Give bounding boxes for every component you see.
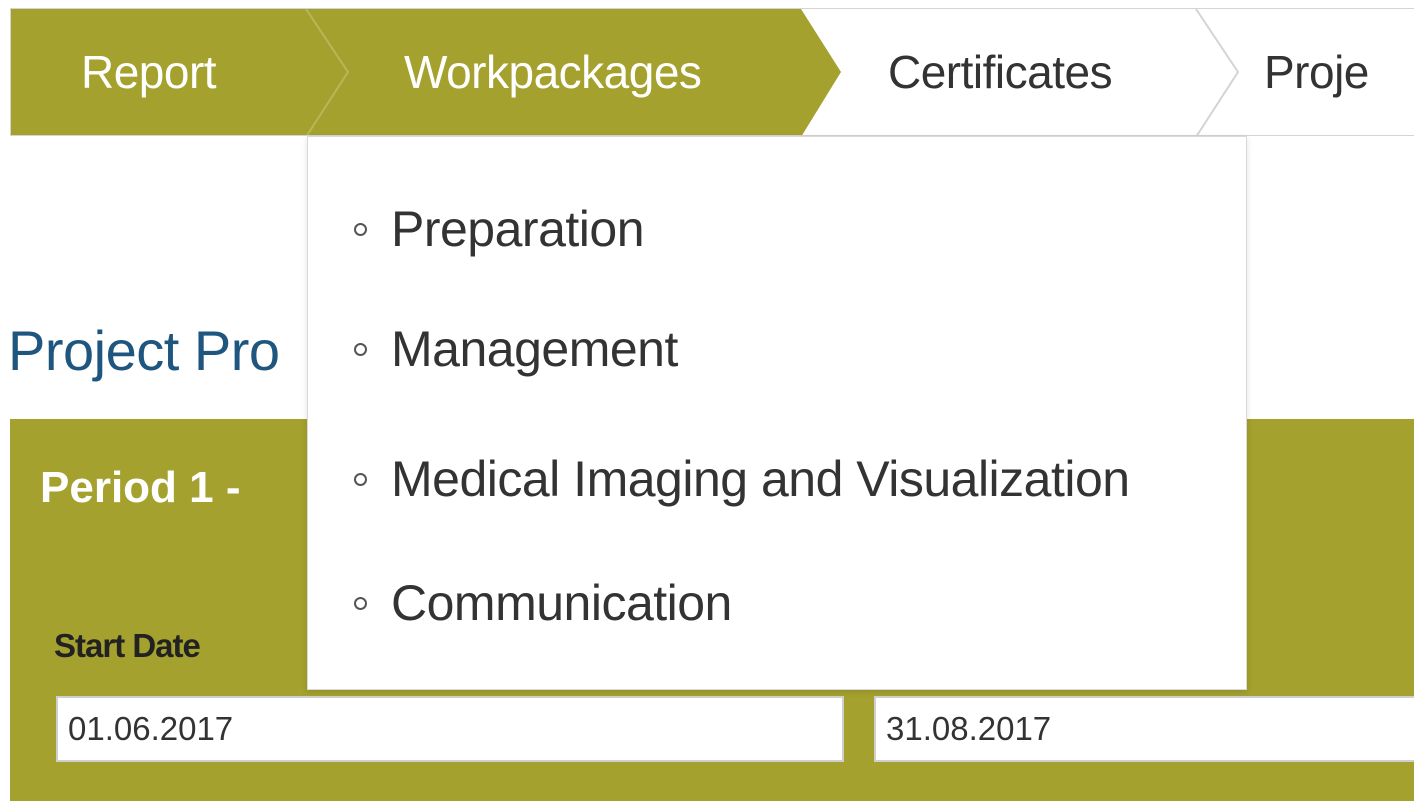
menu-item-preparation[interactable]: Preparation	[354, 189, 645, 269]
hollow-circle-icon	[354, 472, 367, 486]
start-date-label: Start Date	[54, 627, 201, 664]
menu-item-label: Management	[391, 321, 678, 377]
hollow-circle-icon	[354, 222, 367, 236]
period-title: Period 1 -	[40, 463, 241, 512]
menu-item-management[interactable]: Management	[354, 309, 678, 389]
menu-item-communication[interactable]: Communication	[354, 563, 732, 643]
menu-item-label: Communication	[391, 575, 732, 631]
start-date-input[interactable]	[56, 696, 844, 762]
hollow-circle-icon	[354, 342, 367, 356]
step-workpackages[interactable]: Workpackages	[404, 9, 702, 135]
hollow-circle-icon	[354, 596, 367, 610]
menu-item-medical-imaging[interactable]: Medical Imaging and Visualization	[354, 439, 1130, 519]
end-date-input[interactable]	[874, 696, 1414, 762]
page: Report Workpackages Certificates Proje P…	[0, 0, 1414, 801]
step-navigation: Report Workpackages Certificates Proje	[10, 8, 1414, 136]
step-certificates[interactable]: Certificates	[888, 9, 1113, 135]
menu-item-label: Medical Imaging and Visualization	[391, 451, 1130, 507]
step-report[interactable]: Report	[81, 9, 217, 135]
step-project[interactable]: Proje	[1264, 9, 1369, 135]
workpackages-dropdown: Preparation Management Medical Imaging a…	[307, 136, 1247, 690]
step-navigation-shapes	[11, 9, 1240, 135]
step-separator-3	[1195, 9, 1240, 135]
page-title: Project Pro	[8, 319, 280, 382]
menu-item-label: Preparation	[391, 201, 645, 257]
